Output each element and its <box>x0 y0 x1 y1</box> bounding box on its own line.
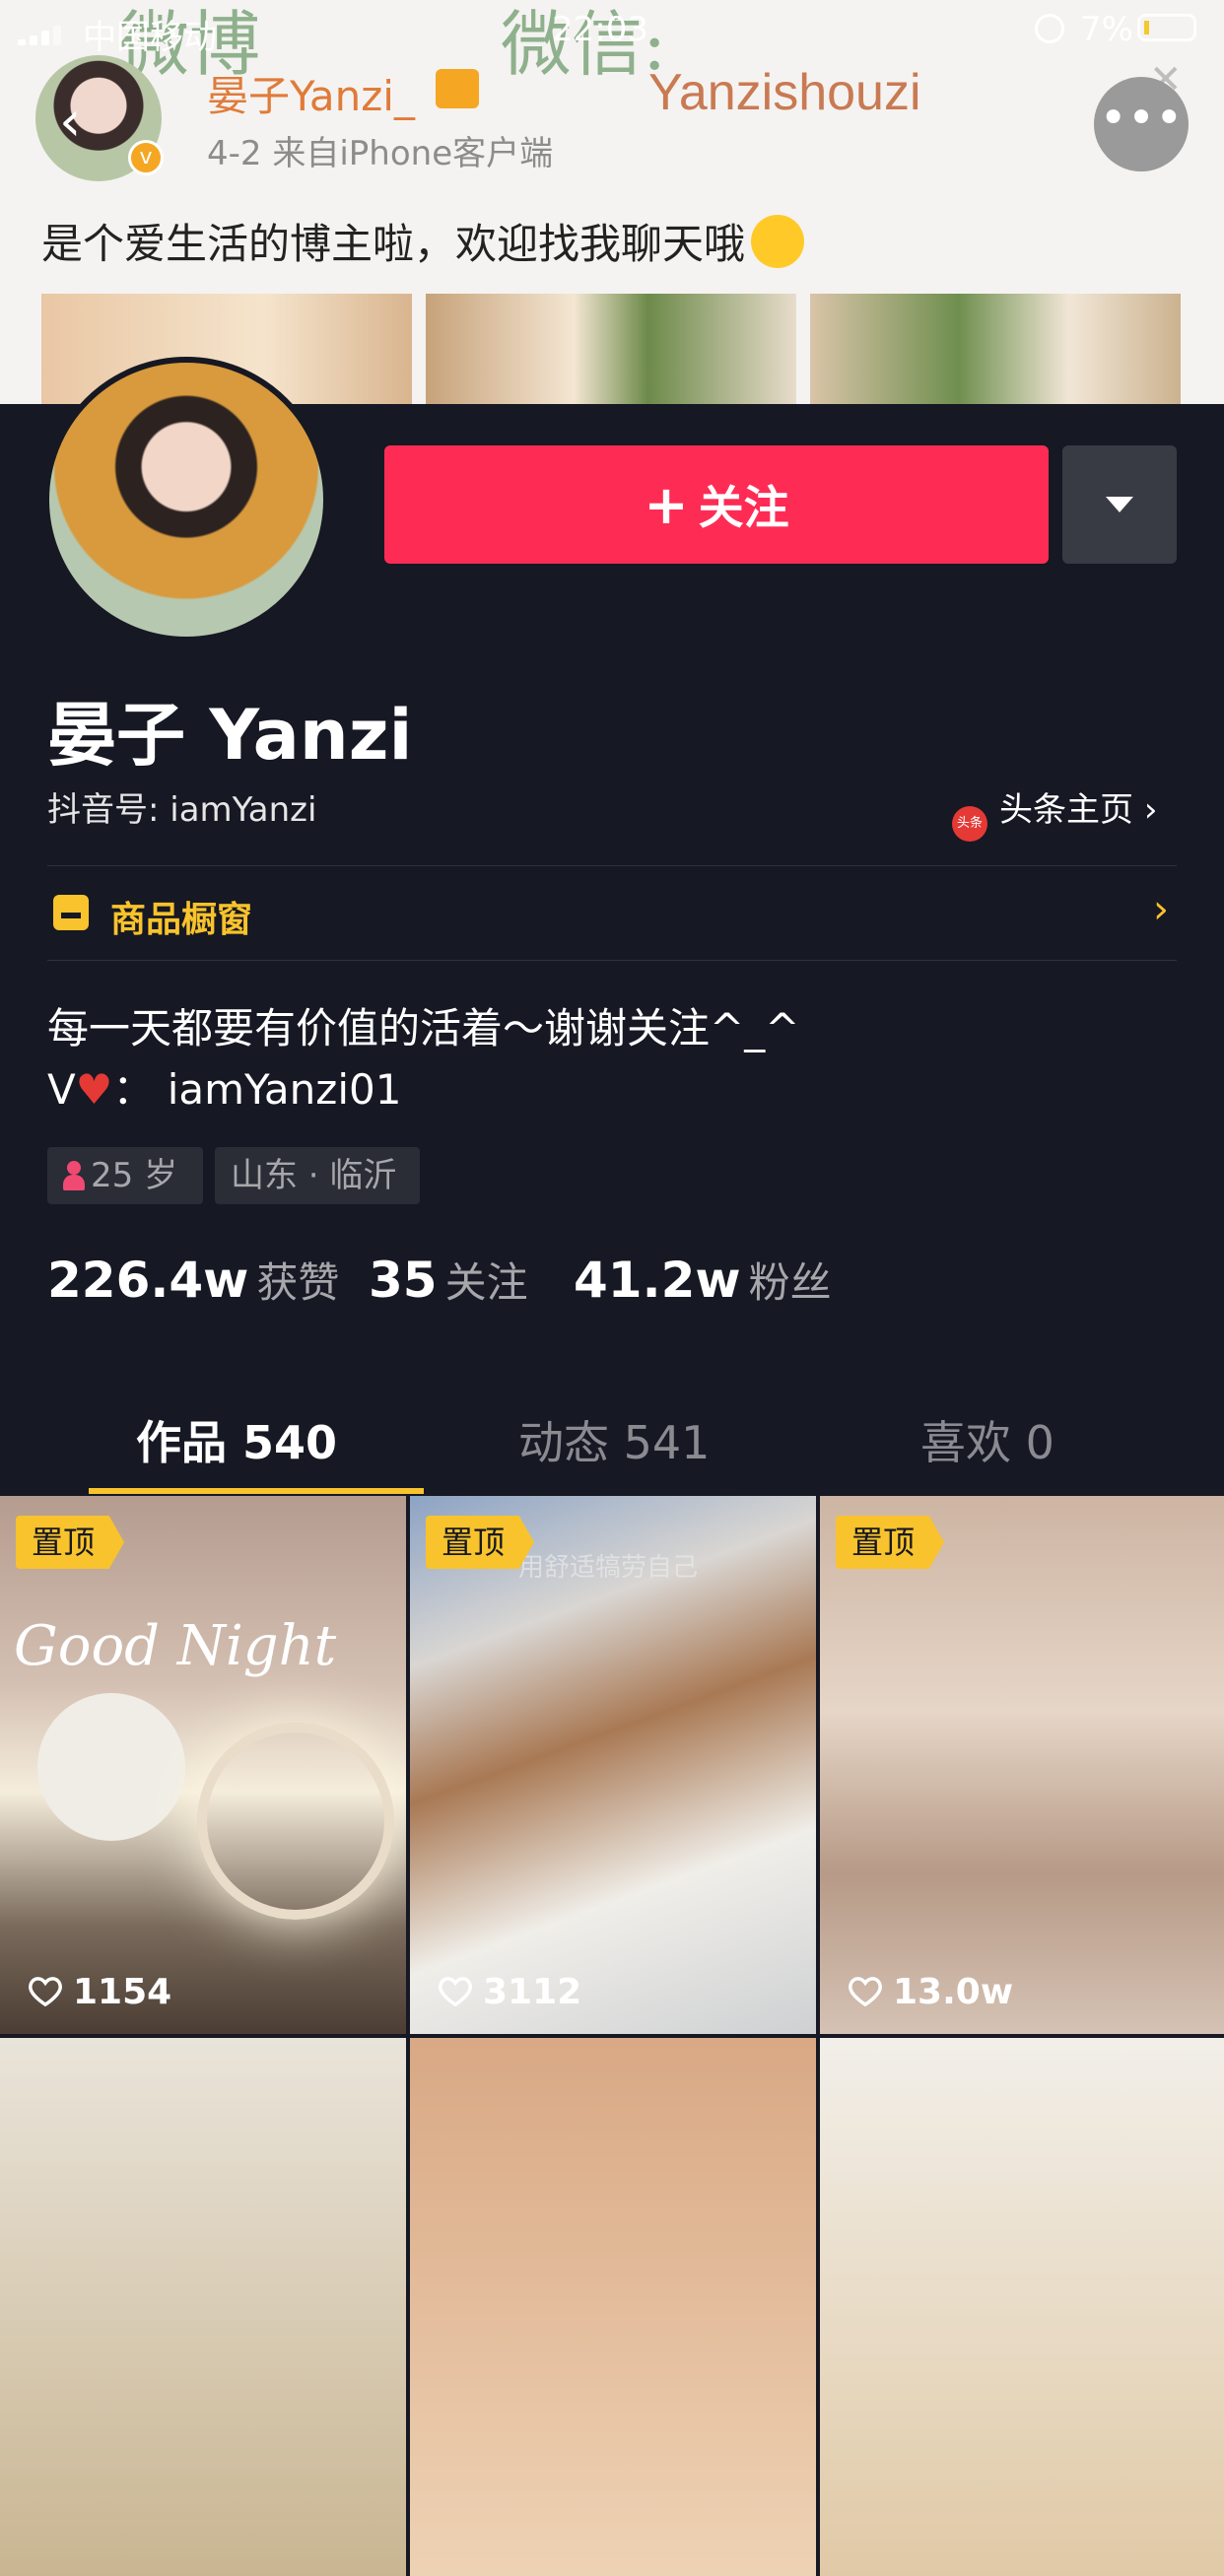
divider <box>47 960 1177 961</box>
crown-icon <box>436 69 479 108</box>
tab-likes[interactable]: 喜欢 0 <box>920 1407 1054 1472</box>
following-stat[interactable]: 35 关注 <box>369 1250 528 1310</box>
heart-outline-icon <box>849 1977 882 2007</box>
video-overlay-text: Good Night <box>14 1614 337 1678</box>
video-thumbnail[interactable]: Good Night 置顶 1154 <box>0 1496 406 2034</box>
video-thumbnail[interactable] <box>410 2038 816 2576</box>
follow-button[interactable]: + 关注 <box>384 445 1049 564</box>
tab-works[interactable]: 作品 540 <box>136 1407 337 1472</box>
female-icon <box>63 1161 85 1190</box>
battery-percent: 7% <box>1080 10 1133 49</box>
video-thumbnail[interactable] <box>820 2038 1224 2576</box>
video-like-count: 13.0w <box>848 1972 1013 2012</box>
weibo-author-name[interactable]: 晏子Yanzi_ <box>207 63 415 123</box>
red-heart-icon: ♥ <box>75 1065 113 1114</box>
product-showcase-row[interactable]: 商品橱窗 › <box>47 867 1177 960</box>
heart-outline-icon <box>439 1977 472 2007</box>
douyin-id: 抖音号: iamYanzi <box>47 790 317 830</box>
battery-icon <box>1137 14 1196 41</box>
weibo-photo[interactable] <box>426 294 796 404</box>
lamp-illustration <box>37 1693 185 1841</box>
weibo-post-meta: 4-2 来自iPhone客户端 <box>207 134 554 173</box>
tab-activity[interactable]: 动态 541 <box>518 1407 710 1472</box>
profile-avatar[interactable] <box>43 357 329 643</box>
watermark-id: Yanzishouzi <box>648 64 921 121</box>
bio-line: 每一天都要有价值的活着～谢谢关注^_^ <box>47 1004 800 1052</box>
video-thumbnail[interactable]: 用舒适犒劳自己 置顶 3112 <box>410 1496 816 2034</box>
video-thumbnail[interactable]: 置顶 13.0w <box>820 1496 1224 2034</box>
triangle-down-icon <box>1106 497 1133 512</box>
heart-outline-icon <box>29 1977 62 2007</box>
bio-line: V♥： iamYanzi01 <box>47 1065 402 1114</box>
ring-lamp-illustration <box>197 1723 394 1920</box>
shop-icon <box>53 895 89 930</box>
chevron-right-icon: › <box>1153 887 1169 932</box>
divider <box>47 865 1177 866</box>
profile-nickname: 晏子 Yanzi <box>47 695 413 776</box>
toutiao-icon: 头条 <box>952 806 987 842</box>
pinned-badge: 置顶 <box>836 1516 945 1569</box>
rotation-lock-icon <box>1035 14 1064 43</box>
recommend-dropdown-button[interactable] <box>1062 445 1177 564</box>
weibo-banner: 微博 微信: Yanzishouzi 中国移动 22:03 7% v ‹ 晏子Y… <box>0 0 1224 404</box>
plus-icon: + <box>644 474 689 536</box>
video-overlay-text: 用舒适犒劳自己 <box>518 1553 699 1583</box>
more-options-button[interactable]: ••• <box>1094 77 1189 171</box>
likes-stat[interactable]: 226.4w 获赞 <box>47 1250 339 1310</box>
product-showcase-label: 商品橱窗 <box>110 900 253 940</box>
verified-badge-icon: v <box>128 140 164 175</box>
status-time: 22:03 <box>552 10 648 49</box>
age-tag: 25 岁 <box>47 1147 203 1204</box>
tab-active-indicator <box>89 1488 424 1494</box>
followers-stat[interactable]: 41.2w 粉丝 <box>574 1250 832 1310</box>
smile-emoji-icon <box>751 215 805 268</box>
pinned-badge: 置顶 <box>16 1516 125 1569</box>
weibo-post-text: 是个爱生活的博主啦，欢迎找我聊天哦 <box>41 211 805 271</box>
chevron-right-icon: › <box>1143 790 1158 830</box>
pinned-badge: 置顶 <box>426 1516 535 1569</box>
video-like-count: 3112 <box>438 1972 581 2012</box>
weibo-photo[interactable] <box>810 294 1181 404</box>
location-tag: 山东 · 临沂 <box>215 1147 420 1204</box>
back-arrow-icon[interactable]: ‹ <box>59 95 81 150</box>
video-like-count: 1154 <box>28 1972 171 2012</box>
status-bar: 中国移动 22:03 7% <box>0 0 1224 59</box>
video-thumbnail[interactable] <box>0 2038 406 2576</box>
toutiao-homepage-link[interactable]: 头条 头条主页 › <box>952 782 1157 842</box>
signal-icon <box>18 26 61 45</box>
carrier-name: 中国移动 <box>83 18 217 57</box>
